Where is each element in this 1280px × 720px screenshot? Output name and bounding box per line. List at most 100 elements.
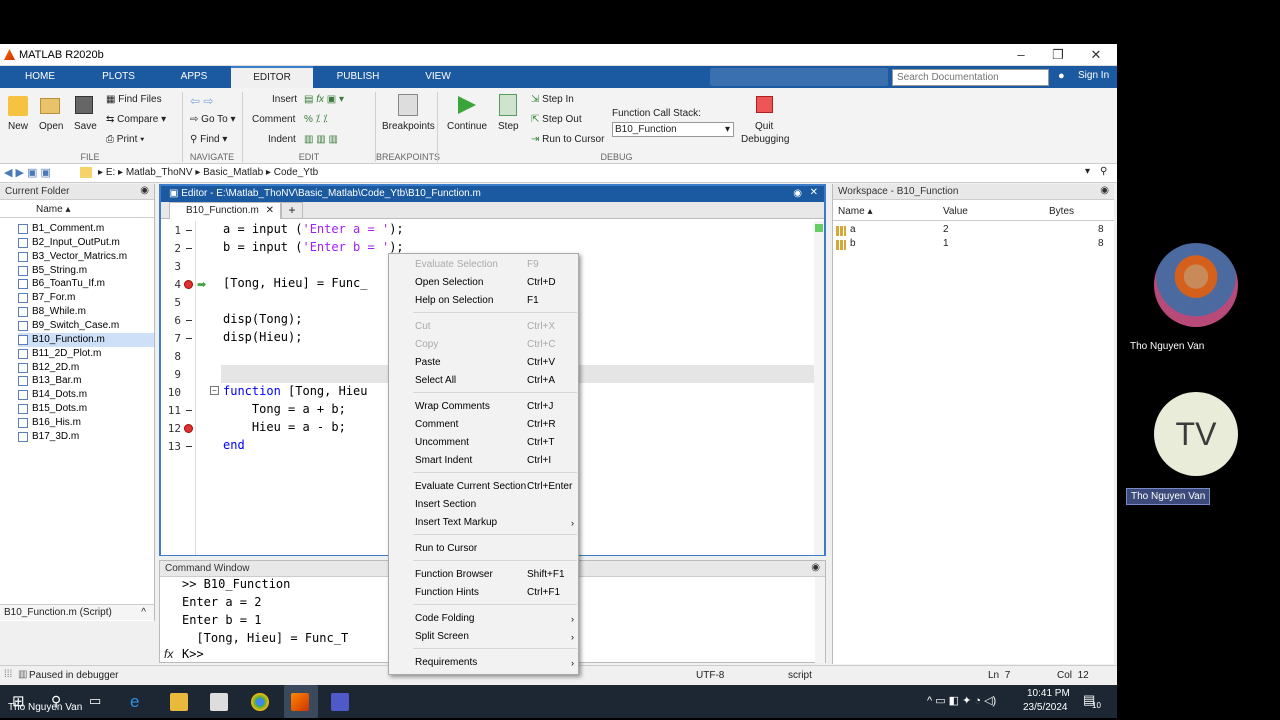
task-view-icon[interactable]: ▭	[89, 693, 107, 711]
menu-item-requirements[interactable]: Requirements ›	[389, 654, 578, 672]
panel-menu-icon[interactable]: ◉	[140, 185, 149, 196]
find-button[interactable]: ⚲ Find ▾	[190, 134, 227, 145]
tab-plots[interactable]: PLOTS	[80, 66, 157, 88]
file-item[interactable]: B8_While.m	[18, 305, 154, 319]
nav-arrows-icon[interactable]: ◀ ▶ ▣ ▣	[4, 166, 51, 179]
code-line[interactable]: [Tong, Hieu] = Func_	[223, 276, 368, 290]
menu-item-insert-text-markup[interactable]: Insert Text Markup ›	[389, 514, 578, 532]
menu-item-function-browser[interactable]: Function Browser Shift+F1	[389, 566, 578, 584]
open-icon[interactable]	[40, 98, 60, 114]
tab-view[interactable]: VIEW	[403, 66, 473, 88]
details-bar[interactable]: B10_Function.m (Script) ^	[0, 604, 154, 620]
comment-tools-icon[interactable]: % ⁒ ⁒	[304, 114, 327, 125]
column-bytes[interactable]: Bytes	[1049, 206, 1074, 217]
fold-toggle-icon[interactable]: −	[210, 386, 219, 395]
open-button[interactable]: Open	[39, 121, 63, 132]
run-to-cursor-button[interactable]: ⇥ Run to Cursor	[531, 134, 604, 145]
back-forward-icon[interactable]: ⇦ ⇨	[190, 94, 213, 108]
quit-debugging-icon[interactable]	[756, 96, 773, 113]
command-scrollbar[interactable]	[815, 577, 825, 663]
print-button[interactable]: ⎙ Print ▾	[106, 134, 144, 145]
breakpoints-button[interactable]: Breakpoints	[382, 121, 435, 132]
file-item[interactable]: B13_Bar.m	[18, 374, 154, 388]
tab-editor[interactable]: EDITOR	[231, 66, 313, 88]
step-out-button[interactable]: ⇱ Step Out	[531, 114, 582, 125]
search-documentation-input[interactable]	[892, 69, 1049, 86]
new-icon[interactable]	[8, 96, 28, 116]
menu-item-open-selection[interactable]: Open Selection Ctrl+D	[389, 274, 578, 292]
address-bar[interactable]: ◀ ▶ ▣ ▣ ▸ E: ▸ Matlab_ThoNV ▸ Basic_Matl…	[0, 164, 1117, 183]
clock-time[interactable]: 10:41 PM	[1027, 688, 1070, 699]
quick-access-toolbar[interactable]	[710, 68, 888, 86]
save-button[interactable]: Save	[74, 121, 97, 132]
tab-publish[interactable]: PUBLISH	[313, 66, 403, 88]
menu-item-run-to-cursor[interactable]: Run to Cursor	[389, 540, 578, 558]
save-icon[interactable]	[75, 96, 93, 114]
code-line[interactable]: b = input ('Enter b = ');	[223, 240, 404, 254]
executable-line-marker[interactable]	[186, 230, 192, 231]
editor-scrollbar[interactable]	[814, 221, 824, 555]
find-files-button[interactable]: ▦ Find Files	[106, 94, 162, 105]
editor-tab-file[interactable]: B10_Function.m ✕	[169, 202, 281, 219]
file-item[interactable]: B16_His.m	[18, 416, 154, 430]
breadcrumb-drive[interactable]: E:	[106, 167, 115, 178]
close-tab-icon[interactable]: ✕	[266, 205, 274, 216]
breakpoints-icon[interactable]	[398, 94, 418, 116]
file-explorer-icon[interactable]	[170, 693, 188, 711]
breakpoint-icon[interactable]	[184, 424, 193, 433]
code-line[interactable]: function [Tong, Hieu	[223, 384, 368, 398]
clock-date[interactable]: 23/5/2024	[1023, 702, 1068, 713]
maximize-button[interactable]: ❐	[1038, 46, 1078, 64]
comment-button[interactable]: Comment	[252, 114, 295, 125]
breadcrumb-folder-3[interactable]: Code_Ytb	[274, 167, 318, 178]
close-icon[interactable]: ✕	[810, 187, 818, 198]
continue-icon[interactable]	[458, 96, 476, 114]
menu-item-help-on-selection[interactable]: Help on Selection F1	[389, 292, 578, 310]
menu-item-insert-section[interactable]: Insert Section	[389, 496, 578, 514]
file-item[interactable]: B5_String.m	[18, 264, 154, 278]
menu-item-paste[interactable]: Paste Ctrl+V	[389, 354, 578, 372]
breadcrumb-folder-2[interactable]: Basic_Matlab	[203, 167, 263, 178]
breadcrumb-folder-1[interactable]: Matlab_ThoNV	[126, 167, 193, 178]
file-item[interactable]: B9_Switch_Case.m	[18, 319, 154, 333]
executable-line-marker[interactable]	[186, 338, 192, 339]
chevron-down-icon[interactable]: ▾	[1085, 166, 1090, 177]
menu-item-smart-indent[interactable]: Smart Indent Ctrl+I	[389, 452, 578, 470]
executable-line-marker[interactable]	[186, 248, 192, 249]
file-item[interactable]: B1_Comment.m	[18, 222, 154, 236]
column-name[interactable]: Name ▴	[838, 206, 873, 217]
file-item[interactable]: B6_ToanTu_If.m	[18, 277, 154, 291]
new-tab-button[interactable]: +	[281, 202, 303, 219]
indent-button[interactable]: Indent	[268, 134, 296, 145]
tab-home[interactable]: HOME	[0, 66, 80, 88]
file-item[interactable]: B2_Input_OutPut.m	[18, 236, 154, 250]
code-line[interactable]: a = input ('Enter a = ');	[223, 222, 404, 236]
step-icon[interactable]	[499, 94, 517, 116]
code-line[interactable]: end	[223, 438, 245, 452]
search-icon[interactable]: ⚲	[1100, 166, 1107, 177]
compare-button[interactable]: ⇆ Compare ▾	[106, 114, 166, 125]
goto-button[interactable]: ⇨ Go To ▾	[190, 114, 235, 125]
executable-line-marker[interactable]	[186, 446, 192, 447]
file-item[interactable]: B7_For.m	[18, 291, 154, 305]
workspace-row[interactable]: a 2 8	[833, 224, 1114, 238]
menu-item-comment[interactable]: Comment Ctrl+R	[389, 416, 578, 434]
command-prompt[interactable]: K>>	[182, 647, 204, 661]
fx-icon[interactable]: fx	[164, 647, 173, 661]
menu-item-code-folding[interactable]: Code Folding ›	[389, 610, 578, 628]
file-item[interactable]: B3_Vector_Matrics.m	[18, 250, 154, 264]
breakpoint-icon[interactable]	[184, 280, 193, 289]
menu-item-split-screen[interactable]: Split Screen ›	[389, 628, 578, 646]
user-icon[interactable]: ●	[1058, 70, 1065, 82]
file-item[interactable]: B10_Function.m	[18, 332, 154, 347]
menu-item-evaluate-current-section[interactable]: Evaluate Current Section Ctrl+Enter	[389, 478, 578, 496]
close-button[interactable]: ✕	[1076, 46, 1116, 64]
insert-button[interactable]: Insert	[272, 94, 297, 105]
indent-tools-icon[interactable]: ▥ ▥ ▥	[304, 134, 338, 145]
menu-item-wrap-comments[interactable]: Wrap Comments Ctrl+J	[389, 398, 578, 416]
executable-line-marker[interactable]	[186, 410, 192, 411]
panel-menu-icon[interactable]: ◉	[793, 188, 802, 199]
store-icon[interactable]	[210, 693, 228, 711]
menu-item-function-hints[interactable]: Function Hints Ctrl+F1	[389, 584, 578, 602]
step-button[interactable]: Step	[498, 121, 519, 132]
